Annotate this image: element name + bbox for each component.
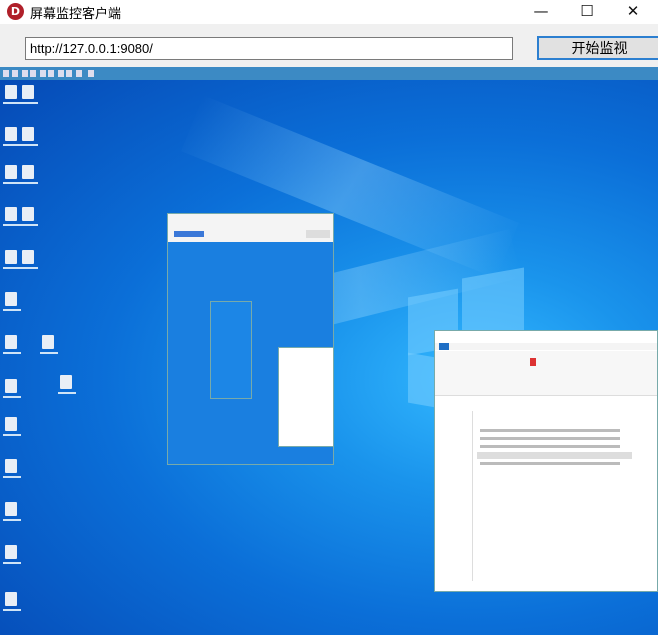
close-button[interactable]: ✕ <box>610 0 656 24</box>
desktop-icon-label <box>3 224 21 226</box>
nested-monitor-window <box>167 213 334 465</box>
desktop-file-icon <box>5 379 17 393</box>
desktop-icon-label <box>3 609 21 611</box>
desktop-icon-label <box>20 267 38 269</box>
taskbar-icon <box>88 70 94 77</box>
desktop-file-icon <box>5 85 17 99</box>
server-url-input[interactable] <box>25 37 513 60</box>
desktop-file-icon <box>42 335 54 349</box>
desktop-file-icon <box>5 502 17 516</box>
remote-screen-view <box>0 67 658 635</box>
desktop-icon-label <box>58 392 76 394</box>
desktop-icon-label <box>40 352 58 354</box>
window-title: 屏幕监控客户端 <box>30 7 122 22</box>
minimize-button[interactable]: — <box>518 0 564 24</box>
start-monitor-button[interactable]: 开始监视 <box>537 36 658 60</box>
desktop-icon-label <box>3 102 21 104</box>
desktop-icon-label <box>3 562 21 564</box>
taskbar-icon <box>76 70 82 77</box>
desktop-file-icon <box>5 459 17 473</box>
desktop-icon-label <box>3 144 21 146</box>
taskbar-icon <box>22 70 28 77</box>
desktop-file-icon <box>60 375 72 389</box>
desktop-file-icon <box>5 165 17 179</box>
desktop-icon-label <box>20 224 38 226</box>
desktop-icon-label <box>3 434 21 436</box>
taskbar-icon <box>48 70 54 77</box>
desktop-icon-label <box>20 102 38 104</box>
desktop-file-icon <box>5 417 17 431</box>
desktop-file-icon <box>5 292 17 306</box>
taskbar-icon <box>66 70 72 77</box>
desktop-icon-label <box>20 144 38 146</box>
desktop-file-icon <box>5 335 17 349</box>
desktop-icon-label <box>3 519 21 521</box>
remote-file-explorer-window <box>434 330 658 592</box>
toolbar: 开始监视 <box>0 24 658 67</box>
maximize-button[interactable]: ☐ <box>564 0 610 24</box>
desktop-file-icon <box>5 127 17 141</box>
desktop-icon-label <box>3 267 21 269</box>
desktop-file-icon <box>5 545 17 559</box>
desktop-file-icon <box>22 250 34 264</box>
taskbar-icon <box>58 70 64 77</box>
desktop-icon-label <box>3 396 21 398</box>
taskbar-icon <box>40 70 46 77</box>
desktop-icon-label <box>3 182 21 184</box>
desktop-file-icon <box>5 592 17 606</box>
app-logo-icon: D <box>7 3 24 20</box>
desktop-file-icon <box>5 207 17 221</box>
desktop-icon-label <box>20 182 38 184</box>
desktop-icon-label <box>3 309 21 311</box>
desktop-file-icon <box>22 207 34 221</box>
remote-taskbar <box>0 67 658 80</box>
taskbar-icon <box>30 70 36 77</box>
desktop-icon-label <box>3 476 21 478</box>
desktop-file-icon <box>22 165 34 179</box>
taskbar-icon <box>12 70 18 77</box>
title-bar: D 屏幕监控客户端 — ☐ ✕ <box>0 0 658 24</box>
desktop-file-icon <box>22 127 34 141</box>
desktop-icon-label <box>3 352 21 354</box>
desktop-file-icon <box>22 85 34 99</box>
desktop-file-icon <box>5 250 17 264</box>
taskbar-icon <box>3 70 9 77</box>
